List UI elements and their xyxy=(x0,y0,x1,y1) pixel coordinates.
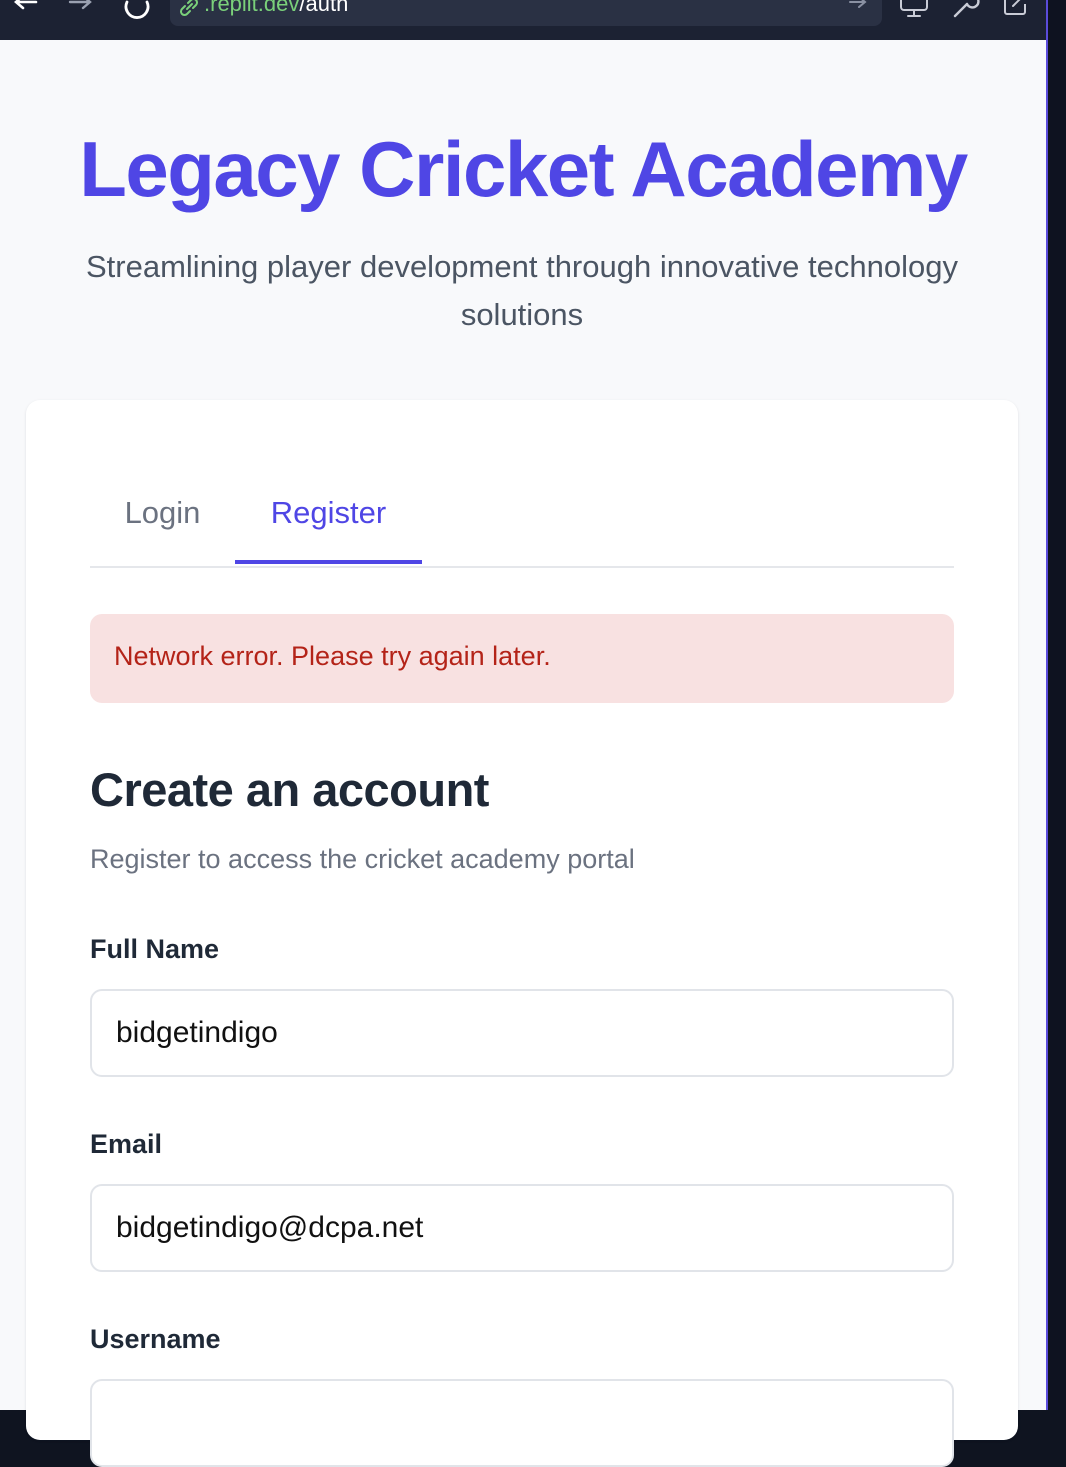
forward-arrow-icon[interactable] xyxy=(66,0,96,24)
tab-register[interactable]: Register xyxy=(235,480,422,564)
full-name-label: Full Name xyxy=(90,934,220,964)
link-icon xyxy=(178,0,200,18)
page-title: Legacy Cricket Academy xyxy=(79,125,968,213)
open-external-icon[interactable] xyxy=(1003,0,1031,22)
email-label: Email xyxy=(90,1129,163,1159)
side-panel-edge xyxy=(1046,0,1066,1410)
page: Legacy Cricket Academy Streamlining play… xyxy=(0,40,1046,1467)
address-bar[interactable]: .replit.dev/auth xyxy=(170,0,882,26)
reload-icon[interactable] xyxy=(122,0,152,24)
form-description: Register to access the cricket academy p… xyxy=(90,844,635,874)
auth-card: Login Register Network error. Please try… xyxy=(26,400,1018,1467)
page-subtitle: Streamlining player development through … xyxy=(86,249,958,332)
error-message: Network error. Please try again later. xyxy=(114,641,551,671)
url-host: .replit.dev xyxy=(204,0,300,16)
username-label: Username xyxy=(90,1324,221,1354)
browser-toolbar: .replit.dev/auth xyxy=(0,0,1048,41)
error-alert: Network error. Please try again later. xyxy=(90,614,954,703)
go-arrow-icon[interactable] xyxy=(848,0,868,16)
full-name-field[interactable] xyxy=(90,989,954,1077)
form-title: Create an account xyxy=(90,763,489,816)
tab-login[interactable]: Login xyxy=(90,480,235,564)
auth-tabs: Login Register xyxy=(90,480,954,568)
monitor-icon[interactable] xyxy=(899,0,928,22)
wrench-icon[interactable] xyxy=(951,0,980,22)
username-field[interactable] xyxy=(90,1379,954,1467)
back-arrow-icon[interactable] xyxy=(10,0,40,24)
url-path: /auth xyxy=(299,0,349,16)
email-field[interactable] xyxy=(90,1184,954,1272)
url-text: .replit.dev/auth xyxy=(204,0,348,17)
